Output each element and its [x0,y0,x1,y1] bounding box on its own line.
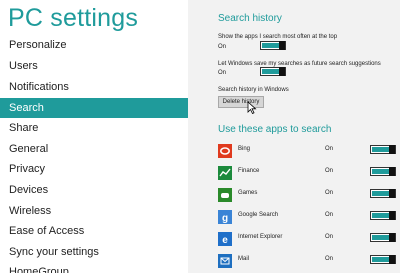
app-name-finance: Finance [238,168,260,174]
toggle-top-apps[interactable] [260,41,286,50]
sidebar-item-privacy[interactable]: Privacy [0,159,188,179]
app-name-internet-explorer: Internet Explorer [238,234,283,240]
bing-icon [218,144,232,158]
delete-history-button[interactable]: Delete history [218,96,264,108]
app-row-finance: Finance On [218,164,396,184]
app-name-google-search: Google Search [238,212,279,218]
sidebar-item-notifications[interactable]: Notifications [0,77,188,97]
app-name-games: Games [238,190,258,196]
sidebar-item-homegroup[interactable]: HomeGroup [0,262,188,273]
toggle-knob [389,233,395,242]
toggle-fill [372,191,389,196]
page-title: PC settings [8,4,139,32]
sidebar: PC settings Personalize Users Notificati… [0,0,188,273]
toggle-knob [389,255,395,264]
toggle-save-searches[interactable] [260,67,286,76]
sidebar-item-devices[interactable]: Devices [0,180,188,200]
app-state-finance: On [325,168,334,174]
games-icon [218,188,232,202]
setting-label-save-searches: Let Windows save my searches as future s… [218,61,381,67]
toggle-finance[interactable] [370,167,396,176]
sidebar-item-general[interactable]: General [0,139,188,159]
setting-state-save-searches: On [218,70,227,76]
app-state-google-search: On [325,212,334,218]
toggle-mail[interactable] [370,255,396,264]
use-apps-heading: Use these apps to search [218,124,332,135]
mouse-cursor-icon [247,101,257,114]
search-history-windows-label: Search history in Windows [218,87,289,93]
toggle-fill [372,147,389,152]
sidebar-item-users[interactable]: Users [0,56,188,76]
mail-icon [218,254,232,268]
svg-text:g: g [222,213,228,224]
svg-text:e: e [222,235,228,246]
app-state-games: On [325,190,334,196]
finance-icon [218,166,232,180]
toggle-games[interactable] [370,189,396,198]
app-name-bing: Bing [238,146,251,152]
toggle-internet-explorer[interactable] [370,233,396,242]
sidebar-item-ease-of-access[interactable]: Ease of Access [0,221,188,241]
internet-explorer-icon: e [218,232,232,246]
sidebar-item-sync-your-settings[interactable]: Sync your settings [0,242,188,262]
toggle-knob [389,145,395,154]
app-row-google-search: g Google Search On [218,208,396,228]
toggle-bing[interactable] [370,145,396,154]
app-state-internet-explorer: On [325,234,334,240]
app-row-games: Games On [218,186,396,206]
app-row-internet-explorer: e Internet Explorer On [218,230,396,250]
toggle-knob [389,211,395,220]
sidebar-item-wireless[interactable]: Wireless [0,201,188,221]
toggle-fill [372,257,389,262]
app-name-mail: Mail [238,256,250,262]
search-history-heading: Search history [218,13,282,24]
toggle-fill [372,213,389,218]
settings-panel: Search history Show the apps I search mo… [188,0,400,273]
sidebar-item-personalize[interactable]: Personalize [0,35,188,55]
toggle-knob [279,41,285,50]
app-row-mail: Mail On [218,252,396,272]
sidebar-item-share[interactable]: Share [0,118,188,138]
toggle-fill [372,235,389,240]
toggle-knob [389,167,395,176]
toggle-fill [372,169,389,174]
sidebar-item-search[interactable]: Search [0,98,188,118]
toggle-google-search[interactable] [370,211,396,220]
setting-label-top-apps: Show the apps I search most often at the… [218,34,338,40]
toggle-fill [262,69,279,74]
setting-state-top-apps: On [218,44,227,50]
google-search-icon: g [218,210,232,224]
app-state-bing: On [325,146,334,152]
toggle-knob [389,189,395,198]
toggle-fill [262,43,279,48]
toggle-knob [279,67,285,76]
app-state-mail: On [325,256,334,262]
app-row-bing: Bing On [218,142,396,162]
